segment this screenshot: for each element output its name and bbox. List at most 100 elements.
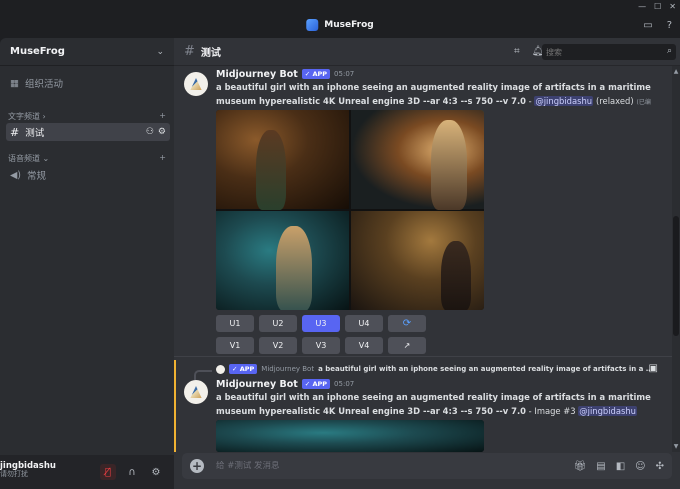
author-name[interactable]: Midjourney Bot [216,379,298,390]
main-chat: # 测试 ⌗ 🔔︎ 📌︎ ⚇ ⌕ Midjourney Bot ✓ APP 05… [174,38,680,489]
highlight-accent [174,360,176,452]
search-box[interactable]: ⌕ [542,44,676,60]
reply-avatar [216,364,225,374]
reply-connector [194,370,212,380]
message-header: Midjourney Bot ✓ APP 05:07 [216,378,656,390]
category-label: 语音频道 ⌄ [8,154,50,163]
reroll-button[interactable]: ⟳ [388,315,426,332]
avatar[interactable] [184,380,208,404]
app-badge: ✓ APP [301,69,331,79]
gift-icon[interactable]: 🎁︎ [574,461,587,472]
image-preview[interactable] [216,420,484,452]
channel-header: # 测试 ⌗ 🔔︎ 📌︎ ⚇ ⌕ [174,38,680,66]
v3-button[interactable]: V3 [302,337,340,354]
inbox-icon[interactable]: ▭ [643,20,652,31]
gear-icon[interactable]: ⚙ [158,127,166,137]
message-divider [174,356,672,357]
scroll-up-icon[interactable]: ▲ [672,68,680,75]
generated-image-4[interactable] [351,211,484,310]
category-voice-channels[interactable]: 语音频道 ⌄ + [8,153,166,164]
add-attachment-icon[interactable]: + [190,459,204,473]
v4-button[interactable]: V4 [345,337,383,354]
refresh-icon: ⟳ [402,318,412,329]
external-link-icon: ↗ [403,341,411,350]
category-label: 文字频道 › [8,112,46,121]
upscale-button-row: U1 U2 U3 U4 ⟳ [216,315,426,332]
reply-text: a beautiful girl with an iphone seeing a… [318,365,656,373]
user-mention[interactable]: @jingbidashu [534,96,594,106]
generated-image-3[interactable] [216,211,349,310]
calendar-icon: ▦ [10,77,19,89]
app-title-text: MuseFrog [324,20,374,30]
reply-preview[interactable]: ✓ APP Midjourney Bot a beautiful girl wi… [216,364,656,374]
message-input[interactable] [216,461,516,471]
sidebar-item-test[interactable]: # 测试 ⚇ ⚙ [6,123,170,141]
app-badge: ✓ APP [301,379,331,389]
add-member-icon[interactable]: ⚇ [146,127,154,137]
channel-sidebar: MuseFrog ⌄ ▦ 组织活动 文字频道 › + # 测试 ⚇ ⚙ 语音频道… [0,38,174,489]
add-channel-icon[interactable]: + [159,111,166,122]
author-name[interactable]: Midjourney Bot [216,69,298,80]
user-info[interactable]: jingbidashu 请勿打扰 [0,461,56,479]
message-content: a beautiful girl with an iphone seeing a… [216,392,651,416]
server-name: MuseFrog [10,46,65,57]
timestamp: 05:07 [334,70,355,78]
close-button[interactable]: ✕ [669,2,676,11]
speaker-icon: ◀) [10,169,22,181]
u3-button[interactable]: U3 [302,315,340,332]
window-controls: — ☐ ✕ [638,2,676,11]
chevron-down-icon: ⌄ [156,46,164,57]
search-input[interactable] [546,47,656,57]
user-status: 请勿打扰 [0,470,28,479]
hash-icon: # [10,125,20,139]
sidebar-item-label: 常规 [27,171,47,182]
open-link-button[interactable]: ↗ [388,337,426,354]
user-panel: jingbidashu 请勿打扰 🎙̸ ∩ ⚙ [0,455,174,489]
emoji-icon[interactable]: ☺ [635,461,645,472]
sidebar-item-label: 测试 [25,128,45,139]
minimize-button[interactable]: — [638,2,646,11]
search-icon: ⌕ [666,46,672,56]
generated-image-1[interactable] [216,110,349,210]
user-mention[interactable]: @jingbidashu [578,406,637,416]
timestamp: 05:07 [334,380,355,388]
app-title: MuseFrog [306,19,374,31]
chat-scrollbar[interactable]: ▲ ▼ [672,66,680,452]
gif-icon[interactable]: ▤ [596,461,605,472]
sidebar-item-events[interactable]: ▦ 组织活动 [6,74,170,92]
threads-icon[interactable]: ⌗ [514,46,520,57]
u1-button[interactable]: U1 [216,315,254,332]
avatar[interactable] [184,72,208,96]
mute-mic-icon[interactable]: 🎙̸ [100,464,116,480]
v2-button[interactable]: V2 [259,337,297,354]
message-composer: + 🎁︎ ▤ ◧ ☺ ✣ [182,453,672,479]
upscaled-image[interactable] [216,420,484,452]
u4-button[interactable]: U4 [345,315,383,332]
server-header[interactable]: MuseFrog ⌄ [0,38,174,66]
category-text-channels[interactable]: 文字频道 › + [8,111,166,122]
sidebar-item-general-voice[interactable]: ◀) 常规 [6,166,170,184]
image-grid[interactable] [216,110,484,310]
reply-author: Midjourney Bot [261,365,315,373]
sticker-icon[interactable]: ◧ [616,461,625,472]
v1-button[interactable]: V1 [216,337,254,354]
user-controls: 🎙̸ ∩ ⚙ [100,464,164,480]
headphones-icon[interactable]: ∩ [124,464,140,480]
title-bar: MuseFrog — ☐ ✕ ▭ ? [0,0,680,38]
maximize-button[interactable]: ☐ [654,2,661,11]
apps-icon[interactable]: ✣ [656,461,664,472]
help-icon[interactable]: ? [667,20,672,31]
scroll-thumb[interactable] [673,216,679,336]
u2-button[interactable]: U2 [259,315,297,332]
titlebar-actions: ▭ ? [643,20,672,31]
generated-image-2[interactable] [351,110,484,210]
image-icon: ▣ [648,363,658,374]
app-badge: ✓ APP [229,364,258,374]
channel-title: 测试 [200,48,221,59]
scroll-down-icon[interactable]: ▼ [672,443,680,450]
user-settings-gear-icon[interactable]: ⚙ [148,464,164,480]
sidebar-item-label: 组织活动 [24,79,63,90]
hash-icon: # [184,44,195,59]
add-channel-icon[interactable]: + [159,153,166,164]
message-header: Midjourney Bot ✓ APP 05:07 [216,68,656,80]
